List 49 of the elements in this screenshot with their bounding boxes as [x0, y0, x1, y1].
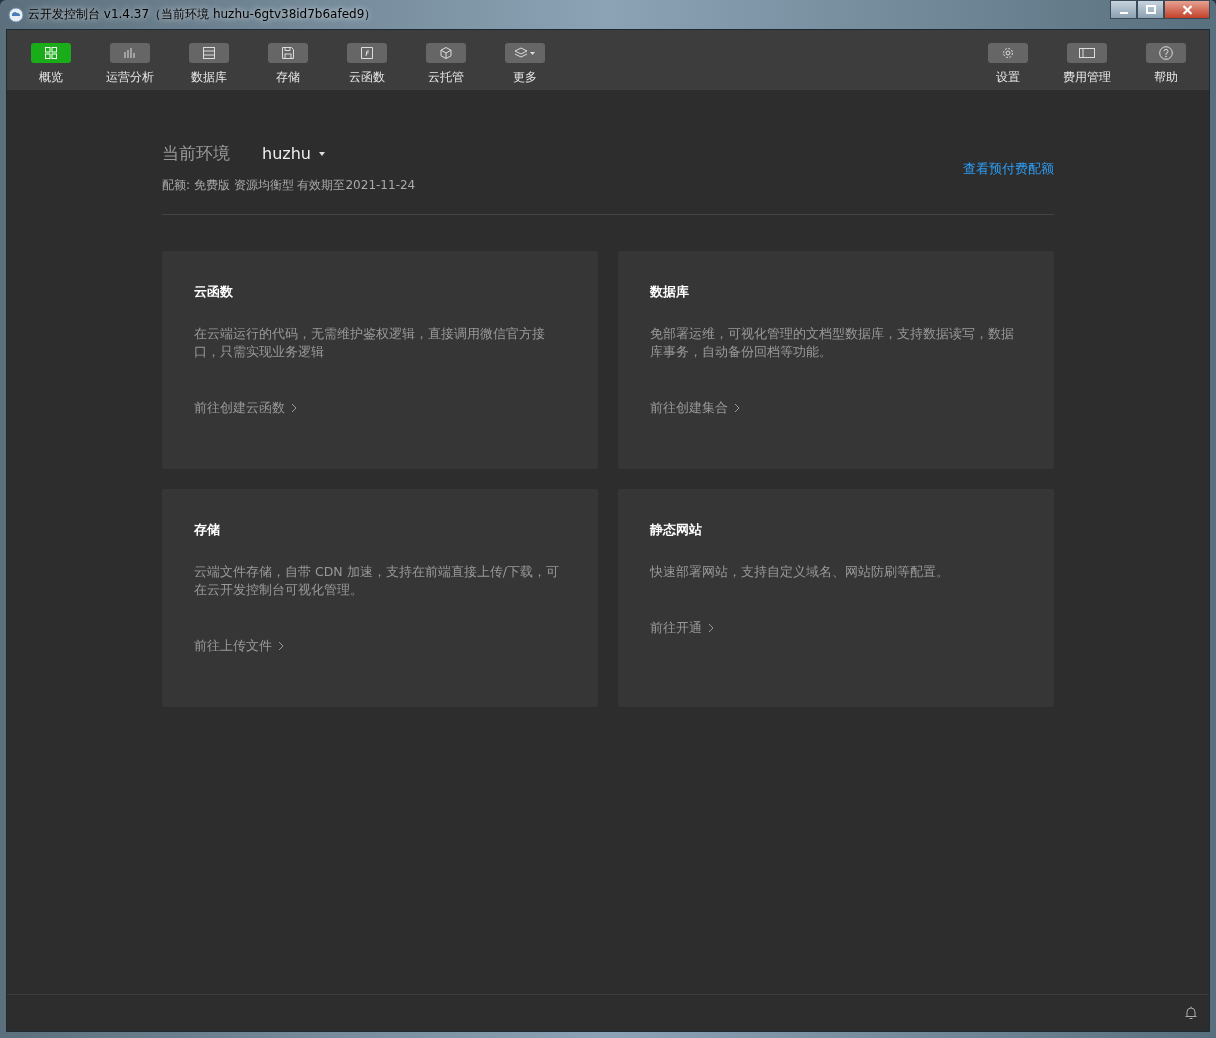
layers-icon: [513, 47, 536, 59]
maximize-button[interactable]: [1137, 0, 1164, 19]
environment-label: 当前环境: [162, 142, 231, 165]
settings-icon: [1001, 47, 1014, 59]
toolbar-button[interactable]: 费用管理: [1047, 30, 1126, 90]
card-description: 免部署运维，可视化管理的文档型数据库，支持数据读写，数据库事务，自动备份回档等功能。: [650, 325, 1015, 361]
toolbar-tab[interactable]: 运营分析: [90, 30, 169, 90]
card-action-link[interactable]: 前往上传文件: [194, 637, 566, 655]
help-icon: [1158, 46, 1173, 60]
quota-text: 配额: 免费版 资源均衡型 有效期至2021-11-24: [162, 177, 416, 194]
card-title: 存储: [194, 521, 221, 539]
minimize-button[interactable]: [1110, 0, 1137, 19]
environment-dropdown[interactable]: huzhu: [262, 144, 325, 163]
ticket-icon: [1078, 47, 1095, 59]
card-title: 静态网站: [650, 521, 703, 539]
card-action-link[interactable]: 前往开通: [650, 619, 1022, 637]
minimize-icon: [1119, 11, 1128, 14]
chevron-right-icon: [278, 641, 284, 651]
chevron-right-icon: [734, 403, 740, 413]
toolbar-tab[interactable]: 云函数: [327, 30, 406, 90]
window-title: 云开发控制台 v1.4.37（当前环境 huzhu-6gtv38id7b6afed9）: [28, 6, 377, 23]
card-title: 云函数: [194, 283, 234, 301]
list-icon: [202, 47, 215, 59]
card-title: 数据库: [650, 283, 690, 301]
card-description: 云端文件存储，自带 CDN 加速，支持在前端直接上传/下载，可在云开发控制台可视化管理。: [194, 563, 560, 599]
app-logo-icon: [8, 6, 24, 23]
toolbar-tab[interactable]: 数据库: [169, 30, 248, 90]
toolbar-tab[interactable]: 存储: [248, 30, 327, 90]
prepaid-quota-link[interactable]: 查看预付费配额: [963, 160, 1054, 178]
caret-icon: [318, 151, 325, 156]
toolbar-tab[interactable]: 概览: [11, 30, 90, 90]
card-description: 在云端运行的代码，无需维护鉴权逻辑，直接调用微信官方接口，只需实现业务逻辑: [194, 325, 546, 361]
close-button[interactable]: [1164, 0, 1210, 19]
cube-icon: [439, 47, 452, 59]
card-description: 快速部署网站，支持自定义域名、网站防刷等配置。: [650, 563, 950, 581]
toolbar-button[interactable]: 设置: [968, 30, 1047, 90]
bar-chart-icon: [123, 47, 136, 59]
toolbar-tab[interactable]: 更多: [485, 30, 564, 90]
toolbar-button[interactable]: 帮助: [1126, 30, 1205, 90]
close-icon: [1181, 4, 1193, 15]
card-action-link[interactable]: 前往创建云函数: [194, 399, 566, 417]
function-icon: [360, 47, 373, 59]
grid-icon: [44, 47, 57, 59]
chevron-right-icon: [708, 623, 714, 633]
card-action-link[interactable]: 前往创建集合: [650, 399, 1022, 417]
chevron-right-icon: [291, 403, 297, 413]
maximize-icon: [1145, 4, 1156, 15]
bell-icon[interactable]: [1185, 1006, 1197, 1020]
toolbar-tab[interactable]: 云托管: [406, 30, 485, 90]
